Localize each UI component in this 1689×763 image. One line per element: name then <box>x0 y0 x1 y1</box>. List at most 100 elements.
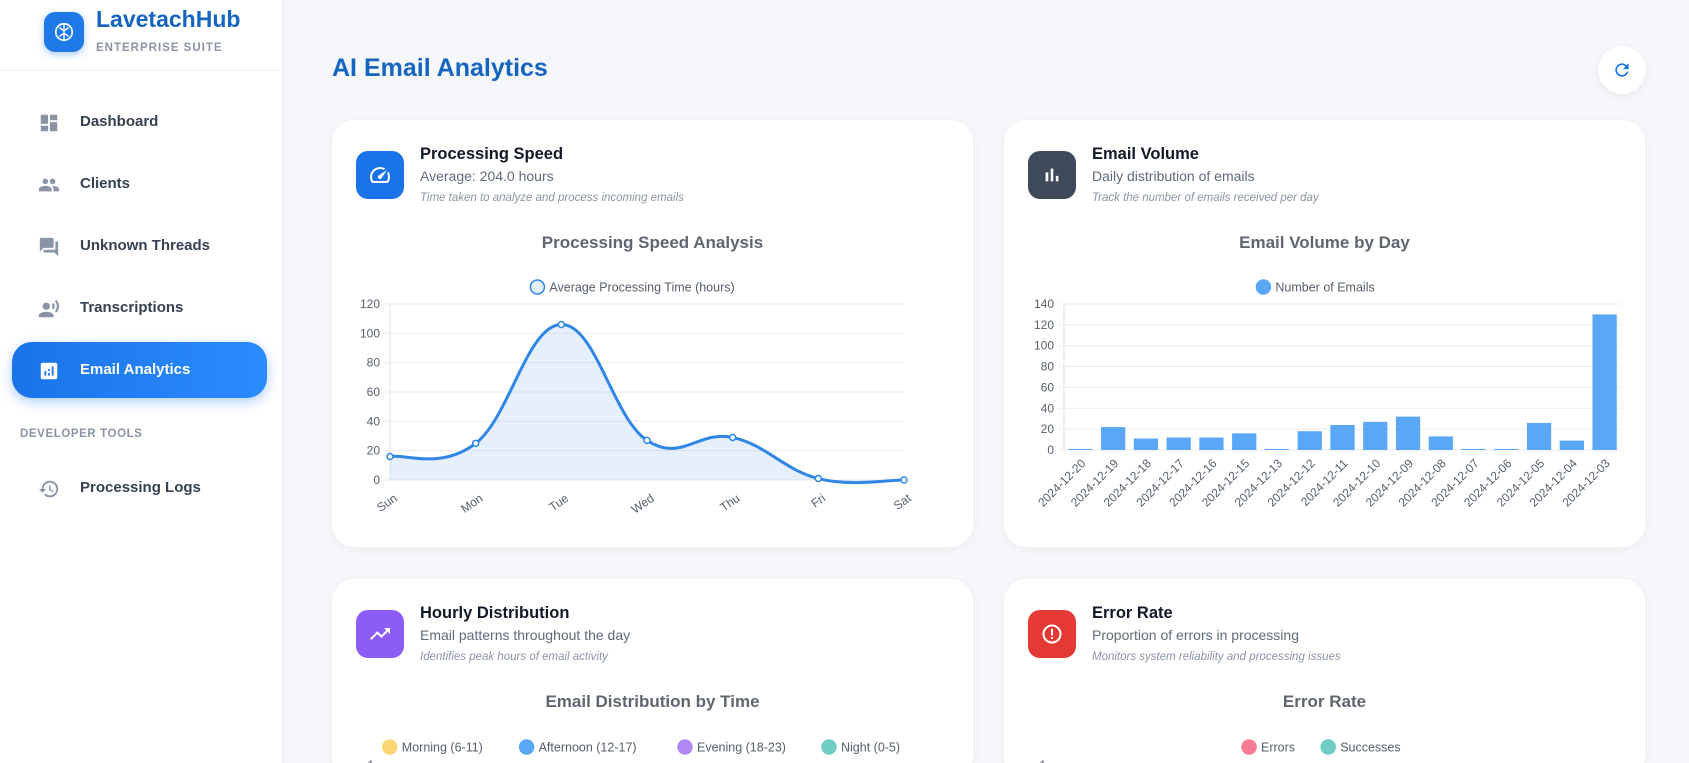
bar <box>1166 437 1191 450</box>
y-tick-label: 80 <box>367 356 381 370</box>
history-icon <box>38 480 59 498</box>
legend-swatch <box>677 739 693 755</box>
email-volume-card: Email Volume Daily distribution of email… <box>1004 120 1645 547</box>
sidebar-item-label: Email Analytics <box>80 361 191 378</box>
x-tick-label: Thu <box>717 491 742 514</box>
y-tick-label: 20 <box>1041 422 1055 436</box>
y-tick-label: 0 <box>373 473 380 487</box>
data-point <box>900 476 908 484</box>
processing-speed-card: Processing Speed Average: 204.0 hours Ti… <box>332 120 973 547</box>
page-title: AI Email Analytics <box>332 54 548 82</box>
bar <box>1592 314 1617 450</box>
bar <box>1068 448 1093 450</box>
app-name: LavetachHub <box>96 6 241 32</box>
legend-label: Number of Emails <box>1275 281 1374 295</box>
analytics-icon <box>40 362 58 380</box>
data-point <box>471 439 480 448</box>
legend-label: Successes <box>1340 741 1400 755</box>
sidebar-item-label: Processing Logs <box>80 479 201 496</box>
x-tick-label: Wed <box>629 491 657 517</box>
brand-header: LavetachHub ENTERPRISE SUITE <box>0 0 282 71</box>
bar <box>1461 448 1486 450</box>
bar <box>1133 438 1159 450</box>
bar <box>1363 421 1388 450</box>
sidebar-item-label: Clients <box>80 175 131 192</box>
sidebar-item-transcriptions[interactable]: Transcriptions <box>12 280 267 336</box>
app-subtitle: ENTERPRISE SUITE <box>96 42 223 54</box>
y-tick-label: 20 <box>367 444 381 458</box>
legend-swatch <box>1255 279 1272 295</box>
legend-label: Errors <box>1261 741 1295 755</box>
bar <box>1101 427 1126 450</box>
y-tick-label: 1 <box>367 758 374 763</box>
data-point <box>557 320 566 329</box>
series-area <box>390 324 904 483</box>
legend-label: Average Processing Time (hours) <box>549 281 734 295</box>
bar <box>1330 424 1355 450</box>
x-tick-label: Mon <box>458 491 485 516</box>
legend-swatch <box>1320 739 1336 755</box>
sidebar-item-unknown-threads[interactable]: Unknown Threads <box>12 218 267 274</box>
bar <box>1559 440 1584 450</box>
x-tick-label: Tue <box>546 491 571 514</box>
legend-label: Afternoon (12-17) <box>539 741 637 755</box>
y-tick-label: 100 <box>360 326 380 340</box>
data-point <box>814 474 823 483</box>
data-point <box>728 433 737 442</box>
legend-label: Morning (6-11) <box>402 741 483 755</box>
legend-label: Evening (18-23) <box>697 741 786 755</box>
y-tick-label: 120 <box>360 297 380 311</box>
legend-swatch <box>1241 739 1257 755</box>
section-label-developer-tools: DEVELOPER TOOLS <box>20 428 143 440</box>
legend-swatch <box>529 279 546 295</box>
sidebar-item-email-analytics[interactable]: Email Analytics <box>12 342 267 398</box>
voice-icon <box>38 299 60 318</box>
y-tick-label: 0 <box>1047 443 1054 457</box>
legend-swatch <box>821 739 837 755</box>
bar <box>1199 437 1224 450</box>
y-tick-label: 60 <box>367 385 381 399</box>
email-volume-chart: Number of Emails0204060801001201402024-1… <box>1034 279 1621 510</box>
bar <box>1264 448 1290 450</box>
hourly-distribution-card: Hourly Distribution Email patterns throu… <box>332 579 973 763</box>
legend-label: Night (0-5) <box>841 741 900 755</box>
y-tick-label: 120 <box>1034 318 1054 332</box>
data-point <box>643 436 651 445</box>
y-tick-label: 140 <box>1034 297 1054 311</box>
bar <box>1232 433 1257 450</box>
bar <box>1395 416 1421 450</box>
sidebar-item-processing-logs[interactable]: Processing Logs <box>12 460 267 516</box>
y-tick-label: 80 <box>1041 360 1055 374</box>
refresh-button[interactable] <box>1598 46 1646 94</box>
bar <box>1297 431 1322 450</box>
bar <box>1494 448 1519 450</box>
sidebar-item-clients[interactable]: Clients <box>12 156 267 212</box>
legend-swatch <box>518 739 535 755</box>
sidebar-item-dashboard[interactable]: Dashboard <box>12 94 267 150</box>
hourly-distribution-chart: Morning (6-11) Afternoon (12-17) Evening (… <box>367 739 900 763</box>
y-tick-label: 60 <box>1041 380 1055 394</box>
y-tick-label: 100 <box>1034 339 1054 353</box>
brain-logo-icon <box>44 12 84 52</box>
error-rate-chart: Errors Successes 1 <box>1039 739 1401 763</box>
dashboard-icon <box>40 114 58 132</box>
data-point <box>386 452 394 461</box>
x-tick-label: Fri <box>809 491 828 510</box>
error-rate-card: Error Rate Proportion of errors in proce… <box>1004 579 1645 763</box>
processing-speed-chart: Average Processing Time (hours) 0 20 40 60 80… <box>360 279 914 517</box>
sidebar-item-label: Unknown Threads <box>80 237 211 254</box>
sidebar-item-label: Dashboard <box>80 113 159 130</box>
bar <box>1428 436 1453 450</box>
legend-swatch <box>382 739 398 755</box>
sidebar-item-label: Transcriptions <box>80 299 184 316</box>
y-tick-label: 40 <box>367 414 381 428</box>
people-icon <box>38 178 60 192</box>
chat-icon <box>39 237 59 257</box>
x-tick-label: Sun <box>374 491 400 515</box>
x-tick-label: Sat <box>891 491 914 513</box>
bar <box>1526 422 1552 450</box>
sidebar: LavetachHub ENTERPRISE SUITE Dashboard C… <box>0 0 283 763</box>
y-tick-label: 40 <box>1041 401 1055 415</box>
y-tick-label: 1 <box>1039 758 1046 763</box>
refresh-icon <box>1615 63 1629 77</box>
